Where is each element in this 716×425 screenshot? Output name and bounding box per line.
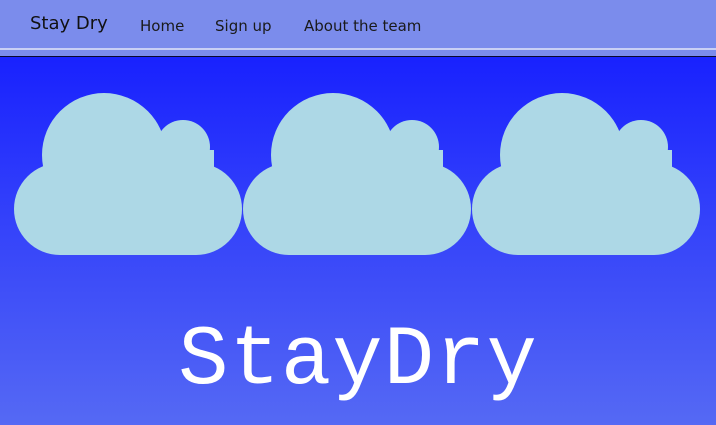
cloud-icon bbox=[243, 90, 471, 258]
brand-link[interactable]: Stay Dry bbox=[30, 12, 108, 36]
cloud-icon bbox=[14, 90, 242, 258]
nav-link-home[interactable]: Home bbox=[140, 16, 184, 36]
top-navbar: Stay Dry Home Sign up About the team bbox=[0, 0, 716, 48]
navbar-divider bbox=[0, 48, 716, 57]
cloud-icon bbox=[472, 90, 700, 258]
nav-link-about-the-team[interactable]: About the team bbox=[304, 16, 421, 36]
hero-title: StayDry bbox=[178, 314, 538, 409]
nav-link-sign-up[interactable]: Sign up bbox=[215, 16, 272, 36]
